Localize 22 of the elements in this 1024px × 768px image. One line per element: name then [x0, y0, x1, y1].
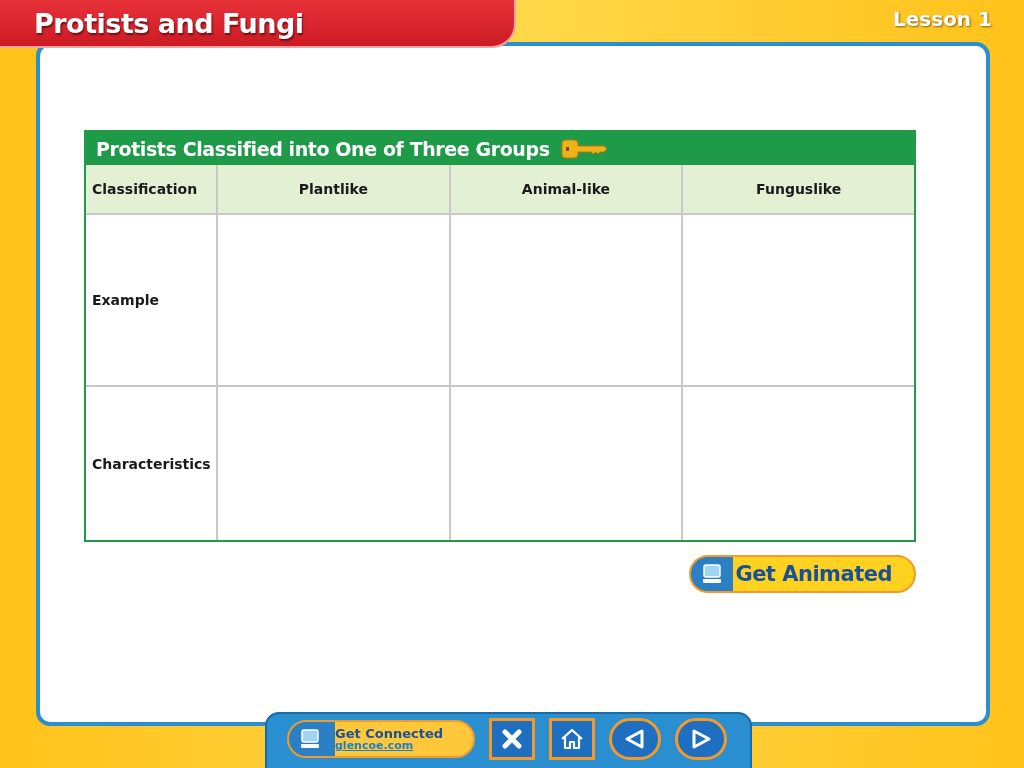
close-button[interactable]: [489, 718, 535, 760]
table-title: Protists Classified into One of Three Groups: [96, 137, 550, 160]
row-label: Characteristics: [91, 454, 212, 474]
forward-button[interactable]: [675, 718, 727, 760]
right-triangle-icon: [690, 728, 712, 750]
back-button[interactable]: [609, 718, 661, 760]
slide-title: Protists and Fungi: [34, 7, 304, 39]
home-button[interactable]: [549, 718, 595, 760]
row-label: Example: [86, 215, 216, 387]
get-connected-button[interactable]: Get Connected glencoe.com: [287, 720, 475, 758]
column-header: Animal-like: [448, 165, 682, 215]
key-icon: [559, 138, 608, 159]
get-animated-button[interactable]: Get Animated: [689, 555, 916, 593]
close-icon: [501, 728, 523, 750]
lesson-label: Lesson 1: [893, 7, 992, 31]
column-header: Plantlike: [216, 165, 449, 215]
column-header: Funguslike: [681, 165, 914, 215]
get-connected-label: Get Connected: [335, 727, 444, 740]
website-link[interactable]: glencoe.com: [335, 740, 414, 751]
column-header: Classification: [86, 165, 216, 215]
left-triangle-icon: [624, 728, 646, 750]
home-icon: [560, 727, 584, 751]
